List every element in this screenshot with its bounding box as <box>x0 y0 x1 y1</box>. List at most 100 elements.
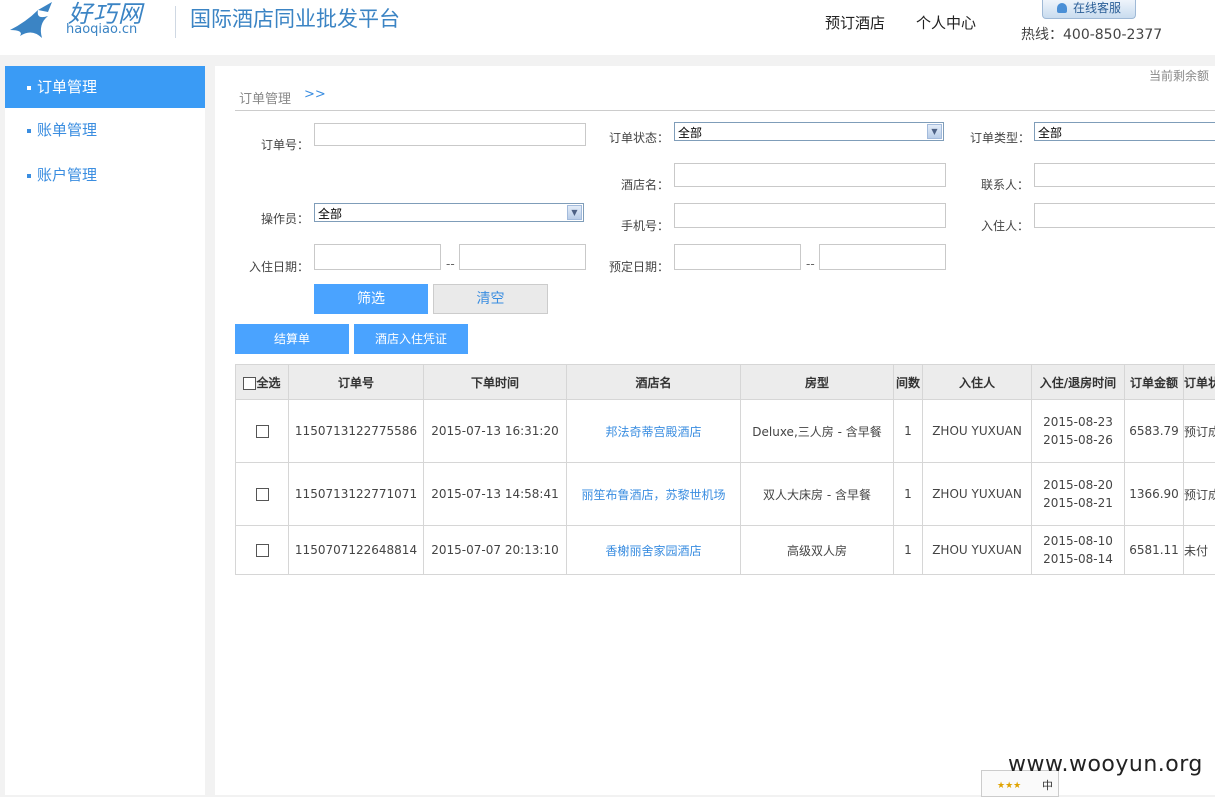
sidebar-item-label: 账户管理 <box>37 164 97 185</box>
chevron-down-icon: ▼ <box>567 205 582 220</box>
settlement-button[interactable]: 结算单 <box>235 324 349 354</box>
order-status-select[interactable]: 全部 ▼ <box>674 122 944 141</box>
row-checkbox[interactable] <box>256 544 269 557</box>
online-service-button[interactable]: 在线客服 <box>1042 0 1136 19</box>
guest-label: 入住人： <box>981 217 1029 234</box>
chat-person-icon <box>1057 3 1067 13</box>
order-no-label: 订单号： <box>261 136 309 153</box>
column-header-hotel: 酒店名 <box>567 365 741 400</box>
checkin-date: 2015-08-10 <box>1043 534 1113 548</box>
sidebar-item-account[interactable]: 账户管理 <box>5 154 205 196</box>
hotel-link[interactable]: 邦法奇蒂宫殿酒店 <box>605 425 701 439</box>
chevron-down-icon: ▼ <box>927 124 942 139</box>
order-type-label: 订单类型： <box>970 129 1030 146</box>
checkout-date: 2015-08-21 <box>1043 496 1113 510</box>
bird-logo-icon <box>8 0 68 40</box>
operator-select[interactable]: 全部 ▼ <box>314 203 584 222</box>
checkin-date: 2015-08-20 <box>1043 478 1113 492</box>
breadcrumb-arrow-icon: >> <box>304 87 326 102</box>
booking-date-label: 预定日期： <box>609 258 669 275</box>
order-no-input[interactable] <box>314 123 586 146</box>
phone-input[interactable] <box>674 203 946 228</box>
guest-cell: ZHOU YUXUAN <box>923 400 1032 463</box>
sidebar-item-bills[interactable]: 账单管理 <box>5 109 205 151</box>
phone-label: 手机号： <box>621 217 669 234</box>
booking-end-input[interactable] <box>819 244 946 270</box>
filter-button[interactable]: 筛选 <box>314 284 428 314</box>
row-select-cell <box>236 526 289 575</box>
nav-book-hotel[interactable]: 预订酒店 <box>825 12 885 33</box>
balance-label: 当前剩余额 <box>1149 67 1209 84</box>
column-header-amount: 订单金额 <box>1125 365 1184 400</box>
hotel-name-input[interactable] <box>674 163 946 187</box>
nav-personal-center[interactable]: 个人中心 <box>916 12 976 33</box>
booking-start-input[interactable] <box>674 244 801 270</box>
hotel-cell: 丽笙布鲁酒店，苏黎世机场 <box>567 463 741 526</box>
table-row: 1150713122775586 2015-07-13 16:31:20 邦法奇… <box>236 400 1215 463</box>
order-type-select[interactable]: 全部 <box>1034 122 1215 141</box>
column-header-order-no: 订单号 <box>289 365 424 400</box>
row-select-cell <box>236 463 289 526</box>
row-checkbox[interactable] <box>256 488 269 501</box>
column-header-room-type: 房型 <box>741 365 894 400</box>
row-checkbox[interactable] <box>256 425 269 438</box>
main-panel: 当前剩余额 订单管理 >> 订单号： 订单状态： 全部 ▼ 订单类型： 全部 酒… <box>215 66 1215 795</box>
checkin-start-input[interactable] <box>314 244 441 270</box>
select-all-header[interactable]: 全选 <box>236 365 289 400</box>
hotel-cell: 邦法奇蒂宫殿酒店 <box>567 400 741 463</box>
guest-cell: ZHOU YUXUAN <box>923 463 1032 526</box>
rooms-cell: 1 <box>894 400 923 463</box>
operator-value: 全部 <box>318 205 342 222</box>
clear-button[interactable]: 清空 <box>433 284 548 314</box>
hotel-cell: 香榭丽舍家园酒店 <box>567 526 741 575</box>
order-time-cell: 2015-07-13 16:31:20 <box>424 400 567 463</box>
order-time-cell: 2015-07-13 14:58:41 <box>424 463 567 526</box>
order-status-label: 订单状态： <box>609 129 669 146</box>
online-service-label: 在线客服 <box>1073 0 1121 16</box>
watermark-text: www.wooyun.org <box>1008 752 1203 777</box>
orders-table: 全选 订单号 下单时间 酒店名 房型 间数 入住人 入住/退房时间 订单金额 订… <box>235 364 1215 575</box>
order-no-cell: 1150713122771071 <box>289 463 424 526</box>
checkbox-icon[interactable] <box>243 377 256 390</box>
status-cell: 预订成 <box>1184 400 1215 463</box>
amount-cell: 6583.79 <box>1125 400 1184 463</box>
amount-cell: 6581.11 <box>1125 526 1184 575</box>
sidebar: 订单管理 账单管理 账户管理 <box>5 66 205 795</box>
amount-cell: 1366.90 <box>1125 463 1184 526</box>
rooms-cell: 1 <box>894 526 923 575</box>
checkin-date-label: 入住日期： <box>249 258 309 275</box>
contact-label: 联系人： <box>981 176 1029 193</box>
hotel-voucher-button[interactable]: 酒店入住凭证 <box>354 324 468 354</box>
bullet-icon <box>27 129 31 133</box>
checkin-end-input[interactable] <box>459 244 586 270</box>
table-row: 1150713122771071 2015-07-13 14:58:41 丽笙布… <box>236 463 1215 526</box>
order-type-value: 全部 <box>1038 124 1062 141</box>
order-time-cell: 2015-07-07 20:13:10 <box>424 526 567 575</box>
breadcrumb-divider <box>235 110 1215 111</box>
site-logo[interactable]: 好巧网 haoqiao.cn <box>8 0 178 44</box>
column-header-stay: 入住/退房时间 <box>1032 365 1125 400</box>
table-row: 1150707122648814 2015-07-07 20:13:10 香榭丽… <box>236 526 1215 575</box>
table-header-row: 全选 订单号 下单时间 酒店名 房型 间数 入住人 入住/退房时间 订单金额 订… <box>236 365 1215 400</box>
sidebar-item-orders[interactable]: 订单管理 <box>5 66 205 108</box>
column-header-guest: 入住人 <box>923 365 1032 400</box>
logo-text-en: haoqiao.cn <box>66 22 137 37</box>
bullet-icon <box>27 86 31 90</box>
select-all-label: 全选 <box>256 376 280 390</box>
top-header: 好巧网 haoqiao.cn 国际酒店同业批发平台 预订酒店 个人中心 在线客服… <box>0 0 1215 55</box>
hotline: 热线：400-850-2377 <box>1021 24 1162 44</box>
room-type-cell: Deluxe,三人房 - 含早餐 <box>741 400 894 463</box>
column-header-order-time: 下单时间 <box>424 365 567 400</box>
breadcrumb: 订单管理 <box>239 88 291 107</box>
watermark-zh: 中 <box>1042 777 1053 793</box>
hotel-link[interactable]: 香榭丽舍家园酒店 <box>605 544 701 558</box>
room-type-cell: 双人大床房 - 含早餐 <box>741 463 894 526</box>
guest-input[interactable] <box>1034 203 1215 228</box>
checkout-date: 2015-08-14 <box>1043 552 1113 566</box>
hotel-link[interactable]: 丽笙布鲁酒店，苏黎世机场 <box>581 488 725 502</box>
site-tagline: 国际酒店同业批发平台 <box>190 3 400 33</box>
contact-input[interactable] <box>1034 163 1215 187</box>
operator-label: 操作员： <box>261 210 309 227</box>
star-rating-icon: ★★★ <box>997 781 1021 791</box>
room-type-cell: 高级双人房 <box>741 526 894 575</box>
